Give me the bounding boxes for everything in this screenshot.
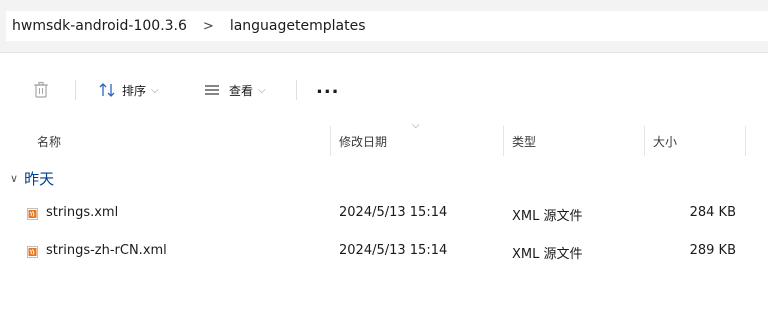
sort-button[interactable]: 排序 ⌵ [98, 78, 159, 102]
address-bar-region: hwmsdk-android-100.3.6 > languagetemplat… [0, 0, 768, 53]
file-name: strings.xml [46, 205, 119, 220]
column-header-name[interactable]: 名称 [37, 133, 61, 150]
file-name: strings-zh-rCN.xml [46, 243, 167, 258]
file-size: 284 KB [689, 205, 736, 220]
trash-icon [34, 81, 48, 98]
breadcrumb-current[interactable]: languagetemplates [224, 18, 372, 34]
view-label: 查看 [229, 83, 254, 98]
column-divider[interactable] [330, 126, 331, 156]
file-type: XML 源文件 [512, 247, 583, 262]
address-bar[interactable]: hwmsdk-android-100.3.6 > languagetemplat… [6, 11, 768, 41]
file-type: XML 源文件 [512, 209, 583, 224]
delete-button[interactable] [33, 78, 49, 102]
column-header-size[interactable]: 大小 [653, 133, 677, 150]
column-header-type[interactable]: 类型 [512, 133, 536, 150]
sort-descending-icon: ⌵ [412, 120, 420, 131]
file-row[interactable]: strings-zh-rCN.xml 2024/5/13 15:14 XML 源… [0, 236, 768, 266]
file-modified: 2024/5/13 15:14 [339, 243, 448, 258]
more-options-button[interactable]: ... [316, 77, 340, 98]
group-label: 昨天 [24, 170, 55, 188]
view-list-icon [205, 85, 219, 95]
column-divider[interactable] [503, 126, 504, 156]
toolbar-divider [75, 80, 76, 100]
breadcrumb-separator-icon[interactable]: > [193, 19, 224, 34]
breadcrumb-root[interactable]: hwmsdk-android-100.3.6 [6, 18, 193, 34]
view-button[interactable]: 查看 ⌵ [204, 78, 266, 102]
xml-file-icon [27, 246, 38, 258]
chevron-down-icon: ∨ [10, 172, 19, 185]
column-divider[interactable] [745, 126, 746, 156]
sort-icon [99, 83, 115, 97]
file-row[interactable]: strings.xml 2024/5/13 15:14 XML 源文件 284 … [0, 198, 768, 228]
file-size: 289 KB [689, 243, 736, 258]
file-modified: 2024/5/13 15:14 [339, 205, 448, 220]
column-header: 名称 ⌵ 修改日期 类型 大小 [0, 120, 768, 156]
chevron-down-icon: ⌵ [151, 84, 159, 96]
column-divider[interactable] [644, 126, 645, 156]
group-header-yesterday[interactable]: ∨ 昨天 [10, 168, 54, 189]
toolbar-divider [296, 80, 297, 100]
column-header-modified[interactable]: 修改日期 [339, 133, 387, 150]
sort-label: 排序 [122, 83, 147, 98]
chevron-down-icon: ⌵ [258, 84, 266, 96]
xml-file-icon [27, 208, 38, 220]
command-bar: 排序 ⌵ 查看 ⌵ ... [0, 53, 768, 113]
